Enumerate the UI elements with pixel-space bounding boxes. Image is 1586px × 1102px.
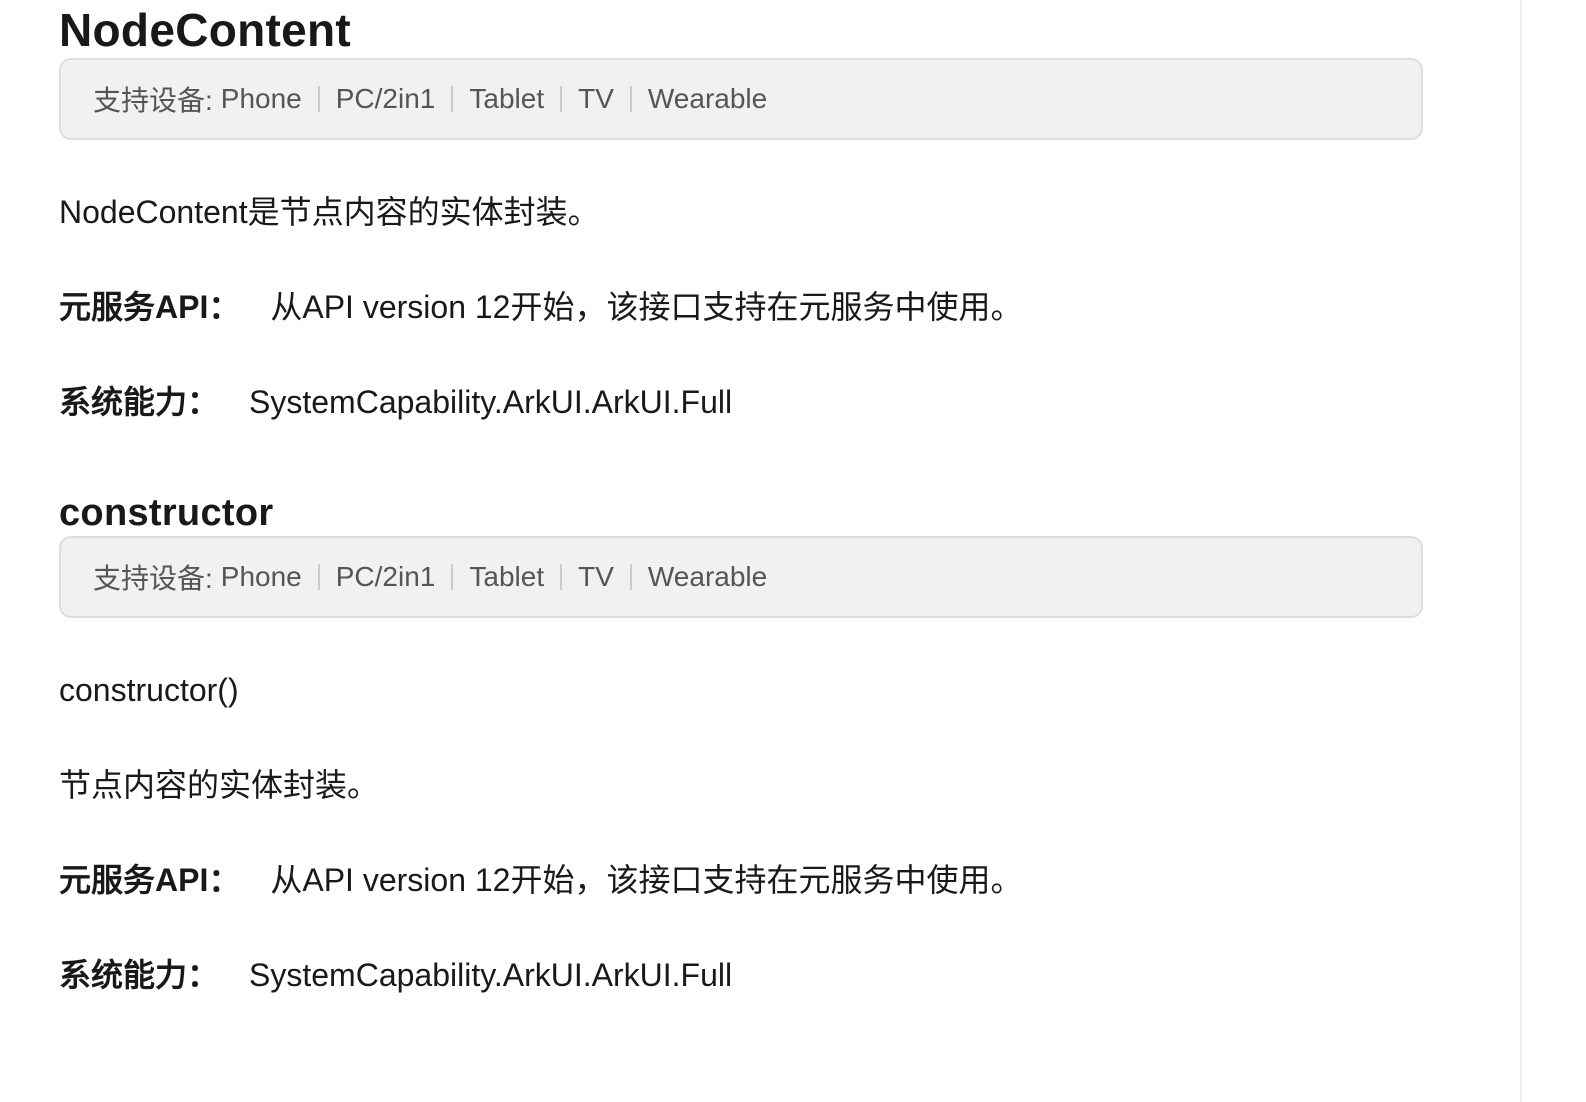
supported-devices-box: 支持设备: Phone PC/2in1 Tablet TV Wearable	[59, 536, 1423, 618]
supported-devices-box: 支持设备: Phone PC/2in1 Tablet TV Wearable	[59, 58, 1423, 140]
device-wearable: Wearable	[647, 561, 768, 592]
system-capability-info: 系统能力： SystemCapability.ArkUI.ArkUI.Full	[59, 955, 1423, 995]
system-capability-info: 系统能力： SystemCapability.ArkUI.ArkUI.Full	[59, 382, 1423, 422]
atomic-service-key: 元服务API：	[59, 289, 241, 325]
page-right-divider	[1520, 0, 1522, 1102]
device-separator	[560, 86, 563, 112]
device-pc-2in1: PC/2in1	[335, 83, 436, 114]
device-phone: Phone	[220, 561, 302, 592]
device-separator	[451, 564, 454, 590]
atomic-service-info: 元服务API： 从API version 12开始，该接口支持在元服务中使用。	[59, 287, 1423, 327]
device-pc-2in1: PC/2in1	[335, 561, 436, 592]
device-tv: TV	[578, 83, 614, 114]
system-capability-key: 系统能力：	[59, 957, 220, 993]
supported-devices-label: 支持设备:	[93, 85, 213, 116]
page-title: NodeContent	[59, 4, 352, 56]
section-title-constructor: constructor	[59, 492, 274, 534]
system-capability-value: SystemCapability.ArkUI.ArkUI.Full	[249, 957, 733, 993]
atomic-service-info: 元服务API： 从API version 12开始，该接口支持在元服务中使用。	[59, 860, 1423, 900]
device-phone: Phone	[220, 83, 302, 114]
atomic-service-value: 从API version 12开始，该接口支持在元服务中使用。	[270, 862, 1023, 898]
system-capability-value: SystemCapability.ArkUI.ArkUI.Full	[249, 384, 733, 420]
device-separator	[629, 564, 632, 590]
constructor-signature: constructor()	[59, 672, 239, 708]
constructor-description: 节点内容的实体封装。	[59, 767, 380, 803]
system-capability-key: 系统能力：	[59, 384, 220, 420]
class-description: NodeContent是节点内容的实体封装。	[59, 194, 600, 230]
device-separator	[560, 564, 563, 590]
device-separator	[451, 86, 454, 112]
atomic-service-key: 元服务API：	[59, 862, 241, 898]
device-tablet: Tablet	[469, 83, 545, 114]
device-tv: TV	[578, 561, 614, 592]
device-separator	[317, 564, 320, 590]
doc-content: NodeContent 支持设备: Phone PC/2in1 Tablet T…	[59, 0, 1423, 995]
atomic-service-value: 从API version 12开始，该接口支持在元服务中使用。	[270, 289, 1023, 325]
supported-devices-label: 支持设备:	[93, 563, 213, 594]
device-separator	[317, 86, 320, 112]
device-wearable: Wearable	[647, 83, 768, 114]
device-tablet: Tablet	[469, 561, 545, 592]
device-separator	[629, 86, 632, 112]
